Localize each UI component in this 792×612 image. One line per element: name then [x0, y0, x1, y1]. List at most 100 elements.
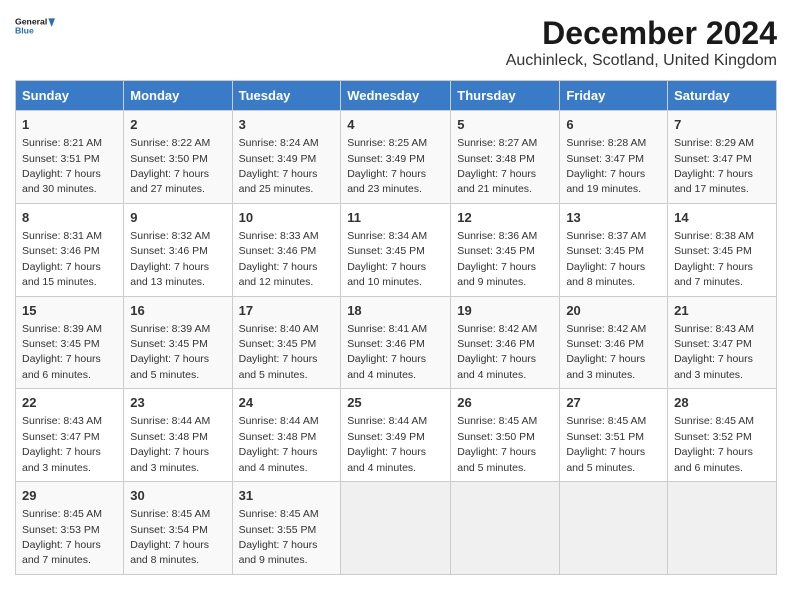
- calendar-cell: 2 Sunrise: 8:22 AMSunset: 3:50 PMDaylight…: [124, 111, 232, 204]
- day-number: 1: [22, 116, 117, 134]
- day-info: Sunrise: 8:45 AMSunset: 3:53 PMDaylight:…: [22, 508, 102, 566]
- calendar-cell: 5 Sunrise: 8:27 AMSunset: 3:48 PMDaylight…: [451, 111, 560, 204]
- day-number: 14: [674, 209, 770, 227]
- day-number: 28: [674, 394, 770, 412]
- day-info: Sunrise: 8:34 AMSunset: 3:45 PMDaylight:…: [347, 230, 427, 288]
- calendar-cell: [560, 482, 668, 575]
- calendar-cell: 24 Sunrise: 8:44 AMSunset: 3:48 PMDayligh…: [232, 389, 341, 482]
- calendar-cell: 4 Sunrise: 8:25 AMSunset: 3:49 PMDaylight…: [341, 111, 451, 204]
- day-info: Sunrise: 8:28 AMSunset: 3:47 PMDaylight:…: [566, 137, 646, 195]
- day-number: 22: [22, 394, 117, 412]
- calendar-cell: 10Sunrise: 8:33 AMSunset: 3:46 PMDayligh…: [232, 203, 341, 296]
- day-info: Sunrise: 8:32 AMSunset: 3:46 PMDaylight:…: [130, 230, 210, 288]
- day-number: 15: [22, 302, 117, 320]
- day-number: 25: [347, 394, 444, 412]
- day-info: Sunrise: 8:31 AMSunset: 3:46 PMDaylight:…: [22, 230, 102, 288]
- svg-text:Blue: Blue: [15, 26, 34, 35]
- calendar-cell: 15 Sunrise: 8:39 AMSunset: 3:45 PMDayligh…: [16, 296, 124, 389]
- day-number: 10: [239, 209, 335, 227]
- day-info: Sunrise: 8:43 AMSunset: 3:47 PMDaylight:…: [22, 415, 102, 473]
- day-number: 9: [130, 209, 225, 227]
- day-number: 23: [130, 394, 225, 412]
- day-info: Sunrise: 8:22 AMSunset: 3:50 PMDaylight:…: [130, 137, 210, 195]
- calendar-cell: 25Sunrise: 8:44 AMSunset: 3:49 PMDayligh…: [341, 389, 451, 482]
- calendar-cell: 1 Sunrise: 8:21 AMSunset: 3:51 PMDaylight…: [16, 111, 124, 204]
- calendar-cell: 14 Sunrise: 8:38 AMSunset: 3:45 PMDayligh…: [668, 203, 777, 296]
- day-number: 3: [239, 116, 335, 134]
- day-number: 31: [239, 487, 335, 505]
- day-info: Sunrise: 8:25 AMSunset: 3:49 PMDaylight:…: [347, 137, 427, 195]
- day-number: 26: [457, 394, 553, 412]
- svg-text:General: General: [15, 16, 47, 26]
- day-number: 30: [130, 487, 225, 505]
- calendar-cell: 22 Sunrise: 8:43 AMSunset: 3:47 PMDayligh…: [16, 389, 124, 482]
- col-saturday: Saturday: [668, 81, 777, 111]
- day-number: 27: [566, 394, 661, 412]
- page-header: General Blue December 2024 Auchinleck, S…: [15, 15, 777, 70]
- day-info: Sunrise: 8:45 AMSunset: 3:51 PMDaylight:…: [566, 415, 646, 473]
- calendar-cell: 11 Sunrise: 8:34 AMSunset: 3:45 PMDayligh…: [341, 203, 451, 296]
- day-info: Sunrise: 8:37 AMSunset: 3:45 PMDaylight:…: [566, 230, 646, 288]
- day-number: 11: [347, 209, 444, 227]
- day-number: 2: [130, 116, 225, 134]
- day-number: 19: [457, 302, 553, 320]
- calendar-cell: 18 Sunrise: 8:41 AMSunset: 3:46 PMDayligh…: [341, 296, 451, 389]
- calendar-header-row: Sunday Monday Tuesday Wednesday Thursday…: [16, 81, 777, 111]
- day-info: Sunrise: 8:38 AMSunset: 3:45 PMDaylight:…: [674, 230, 754, 288]
- day-info: Sunrise: 8:36 AMSunset: 3:45 PMDaylight:…: [457, 230, 537, 288]
- day-info: Sunrise: 8:42 AMSunset: 3:46 PMDaylight:…: [457, 323, 537, 381]
- calendar-cell: [451, 482, 560, 575]
- col-sunday: Sunday: [16, 81, 124, 111]
- logo-svg: General Blue: [15, 15, 55, 35]
- day-info: Sunrise: 8:41 AMSunset: 3:46 PMDaylight:…: [347, 323, 427, 381]
- day-info: Sunrise: 8:27 AMSunset: 3:48 PMDaylight:…: [457, 137, 537, 195]
- calendar-cell: 31 Sunrise: 8:45 AMSunset: 3:55 PMDayligh…: [232, 482, 341, 575]
- col-tuesday: Tuesday: [232, 81, 341, 111]
- day-number: 17: [239, 302, 335, 320]
- day-info: Sunrise: 8:29 AMSunset: 3:47 PMDaylight:…: [674, 137, 754, 195]
- day-info: Sunrise: 8:42 AMSunset: 3:46 PMDaylight:…: [566, 323, 646, 381]
- day-info: Sunrise: 8:44 AMSunset: 3:48 PMDaylight:…: [239, 415, 319, 473]
- day-info: Sunrise: 8:40 AMSunset: 3:45 PMDaylight:…: [239, 323, 319, 381]
- col-friday: Friday: [560, 81, 668, 111]
- calendar-cell: 6Sunrise: 8:28 AMSunset: 3:47 PMDaylight…: [560, 111, 668, 204]
- calendar-cell: 21 Sunrise: 8:43 AMSunset: 3:47 PMDayligh…: [668, 296, 777, 389]
- calendar-cell: 27 Sunrise: 8:45 AMSunset: 3:51 PMDayligh…: [560, 389, 668, 482]
- day-number: 18: [347, 302, 444, 320]
- calendar-cell: 12Sunrise: 8:36 AMSunset: 3:45 PMDayligh…: [451, 203, 560, 296]
- day-info: Sunrise: 8:43 AMSunset: 3:47 PMDaylight:…: [674, 323, 754, 381]
- day-info: Sunrise: 8:39 AMSunset: 3:45 PMDaylight:…: [22, 323, 102, 381]
- day-number: 13: [566, 209, 661, 227]
- day-number: 20: [566, 302, 661, 320]
- col-wednesday: Wednesday: [341, 81, 451, 111]
- calendar-cell: 16Sunrise: 8:39 AMSunset: 3:45 PMDayligh…: [124, 296, 232, 389]
- calendar-week-row: 1 Sunrise: 8:21 AMSunset: 3:51 PMDaylight…: [16, 111, 777, 204]
- day-info: Sunrise: 8:45 AMSunset: 3:50 PMDaylight:…: [457, 415, 537, 473]
- calendar-cell: 23Sunrise: 8:44 AMSunset: 3:48 PMDayligh…: [124, 389, 232, 482]
- calendar-cell: 3Sunrise: 8:24 AMSunset: 3:49 PMDaylight…: [232, 111, 341, 204]
- page-subtitle: Auchinleck, Scotland, United Kingdom: [506, 52, 777, 70]
- calendar-week-row: 8 Sunrise: 8:31 AMSunset: 3:46 PMDaylight…: [16, 203, 777, 296]
- col-thursday: Thursday: [451, 81, 560, 111]
- calendar-cell: 8 Sunrise: 8:31 AMSunset: 3:46 PMDaylight…: [16, 203, 124, 296]
- calendar-cell: 9 Sunrise: 8:32 AMSunset: 3:46 PMDaylight…: [124, 203, 232, 296]
- day-number: 24: [239, 394, 335, 412]
- calendar-cell: 19 Sunrise: 8:42 AMSunset: 3:46 PMDayligh…: [451, 296, 560, 389]
- calendar-cell: 29 Sunrise: 8:45 AMSunset: 3:53 PMDayligh…: [16, 482, 124, 575]
- day-info: Sunrise: 8:21 AMSunset: 3:51 PMDaylight:…: [22, 137, 102, 195]
- day-number: 29: [22, 487, 117, 505]
- logo: General Blue: [15, 15, 55, 35]
- calendar-week-row: 29 Sunrise: 8:45 AMSunset: 3:53 PMDayligh…: [16, 482, 777, 575]
- calendar-cell: 20 Sunrise: 8:42 AMSunset: 3:46 PMDayligh…: [560, 296, 668, 389]
- day-number: 5: [457, 116, 553, 134]
- day-number: 8: [22, 209, 117, 227]
- day-number: 4: [347, 116, 444, 134]
- page-title: December 2024: [506, 15, 777, 52]
- day-info: Sunrise: 8:39 AMSunset: 3:45 PMDaylight:…: [130, 323, 210, 381]
- day-number: 21: [674, 302, 770, 320]
- calendar-cell: 30Sunrise: 8:45 AMSunset: 3:54 PMDayligh…: [124, 482, 232, 575]
- calendar-week-row: 15 Sunrise: 8:39 AMSunset: 3:45 PMDayligh…: [16, 296, 777, 389]
- calendar-week-row: 22 Sunrise: 8:43 AMSunset: 3:47 PMDayligh…: [16, 389, 777, 482]
- day-info: Sunrise: 8:45 AMSunset: 3:55 PMDaylight:…: [239, 508, 319, 566]
- calendar-table: Sunday Monday Tuesday Wednesday Thursday…: [15, 80, 777, 575]
